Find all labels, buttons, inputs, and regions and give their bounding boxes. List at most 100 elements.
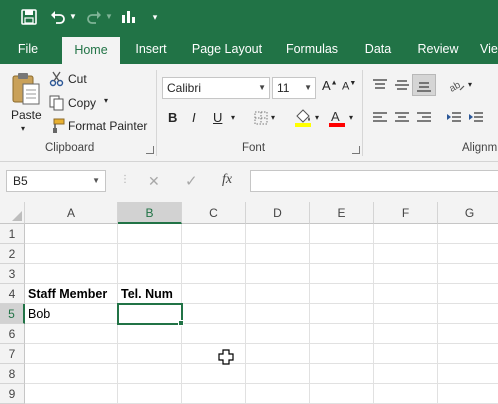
grid-cell[interactable] <box>438 324 498 344</box>
paste-icon[interactable] <box>10 72 42 106</box>
cancel-icon[interactable]: ✕ <box>148 173 160 190</box>
font-family-select[interactable]: Calibri ▼ <box>162 77 270 99</box>
grid-cell[interactable] <box>25 324 118 344</box>
copy-dropdown-icon[interactable]: ▾ <box>104 96 108 105</box>
grid-cell[interactable] <box>25 384 118 404</box>
borders-icon[interactable] <box>254 111 268 128</box>
align-center-icon[interactable] <box>394 111 410 128</box>
grid-cell[interactable] <box>182 244 246 264</box>
tab-file[interactable]: File <box>8 34 48 64</box>
copy-button[interactable]: Copy <box>68 96 96 110</box>
grid-cell[interactable] <box>374 304 438 324</box>
column-header-c[interactable]: C <box>182 202 246 224</box>
tab-insert[interactable]: Insert <box>126 34 176 64</box>
grid-cell[interactable] <box>310 344 374 364</box>
grid-cell[interactable] <box>438 284 498 304</box>
grid-cell[interactable] <box>310 324 374 344</box>
grid-cell[interactable] <box>438 364 498 384</box>
font-launcher-icon[interactable] <box>352 146 360 154</box>
grid-cell[interactable] <box>310 304 374 324</box>
chart-icon[interactable] <box>118 7 138 27</box>
grid-cell[interactable] <box>182 284 246 304</box>
increase-indent-icon[interactable] <box>468 111 484 128</box>
grid-cell[interactable] <box>118 324 182 344</box>
format-painter-button[interactable]: Format Painter <box>68 119 147 133</box>
row-header-3[interactable]: 3 <box>0 264 25 284</box>
grid-cell[interactable] <box>246 364 310 384</box>
row-header-2[interactable]: 2 <box>0 244 25 264</box>
grid-cell[interactable] <box>25 264 118 284</box>
grid-cell[interactable] <box>438 244 498 264</box>
fill-color-icon[interactable] <box>294 108 312 131</box>
redo-icon[interactable] <box>84 7 104 27</box>
grid-cell[interactable] <box>310 384 374 404</box>
font-size-select[interactable]: 11 ▼ <box>272 77 316 99</box>
align-left-icon[interactable] <box>372 111 388 128</box>
column-header-g[interactable]: G <box>438 202 498 224</box>
grid-cell[interactable] <box>182 264 246 284</box>
top-align-icon[interactable] <box>372 78 388 95</box>
grid-cell[interactable] <box>438 344 498 364</box>
middle-align-icon[interactable] <box>394 78 410 95</box>
fill-color-dropdown-icon[interactable]: ▾ <box>315 113 319 122</box>
grid-cell[interactable] <box>246 384 310 404</box>
grid-cell[interactable] <box>25 224 118 244</box>
grid-cell[interactable] <box>374 324 438 344</box>
decrease-font-icon[interactable]: A▼ <box>342 80 356 93</box>
grid-cell[interactable] <box>374 224 438 244</box>
row-header-4[interactable]: 4 <box>0 284 25 304</box>
grid-cell[interactable] <box>246 264 310 284</box>
row-header-5[interactable]: 5 <box>0 304 25 324</box>
column-header-f[interactable]: F <box>374 202 438 224</box>
orientation-icon[interactable]: ab <box>447 76 466 97</box>
fill-handle[interactable] <box>178 320 184 326</box>
grid-cell[interactable] <box>246 244 310 264</box>
grid-cell[interactable] <box>182 324 246 344</box>
decrease-indent-icon[interactable] <box>446 111 462 128</box>
insert-function-icon[interactable]: fx <box>222 172 232 188</box>
clipboard-launcher-icon[interactable] <box>146 146 154 154</box>
customize-qat-icon[interactable]: ▾ <box>148 7 162 27</box>
grid-cell[interactable] <box>118 264 182 284</box>
name-box[interactable]: B5 ▼ <box>6 170 106 192</box>
grid-cell[interactable] <box>118 344 182 364</box>
redo-dropdown-icon[interactable]: ▼ <box>104 7 114 27</box>
grid-cell[interactable] <box>182 344 246 364</box>
grid-cell[interactable] <box>118 364 182 384</box>
row-header-7[interactable]: 7 <box>0 344 25 364</box>
grid-cell[interactable] <box>182 384 246 404</box>
align-right-icon[interactable] <box>416 111 432 128</box>
grid-cell[interactable] <box>374 284 438 304</box>
grid-cell[interactable] <box>246 344 310 364</box>
tab-review[interactable]: Review <box>410 34 466 64</box>
row-header-8[interactable]: 8 <box>0 364 25 384</box>
format-painter-icon[interactable] <box>49 118 65 137</box>
save-icon[interactable] <box>18 7 40 27</box>
cell-b4[interactable]: Tel. Num <box>118 284 182 304</box>
column-header-a[interactable]: A <box>25 202 118 224</box>
row-header-9[interactable]: 9 <box>0 384 25 404</box>
grid-cell[interactable] <box>25 244 118 264</box>
paste-button[interactable]: Paste <box>11 108 42 122</box>
bold-button[interactable]: B <box>168 110 177 125</box>
formula-input[interactable] <box>250 170 498 192</box>
tab-data[interactable]: Data <box>356 34 400 64</box>
font-color-dropdown-icon[interactable]: ▾ <box>349 113 353 122</box>
orientation-dropdown-icon[interactable]: ▾ <box>468 80 472 89</box>
active-cell-b5[interactable] <box>117 303 183 325</box>
column-header-d[interactable]: D <box>246 202 310 224</box>
grid-cell[interactable] <box>374 264 438 284</box>
grid-cell[interactable] <box>438 304 498 324</box>
grid-cell[interactable] <box>374 384 438 404</box>
cut-button[interactable]: Cut <box>68 72 87 86</box>
grid-cell[interactable] <box>25 344 118 364</box>
grid-cell[interactable] <box>118 244 182 264</box>
underline-dropdown-icon[interactable]: ▾ <box>231 113 235 122</box>
cell-a4[interactable]: Staff Member <box>25 284 118 304</box>
paste-dropdown-icon[interactable]: ▾ <box>21 124 25 133</box>
grid-cell[interactable] <box>25 364 118 384</box>
tab-formulas[interactable]: Formulas <box>280 34 344 64</box>
copy-icon[interactable] <box>49 95 65 114</box>
grid-cell[interactable] <box>374 344 438 364</box>
row-header-1[interactable]: 1 <box>0 224 25 244</box>
